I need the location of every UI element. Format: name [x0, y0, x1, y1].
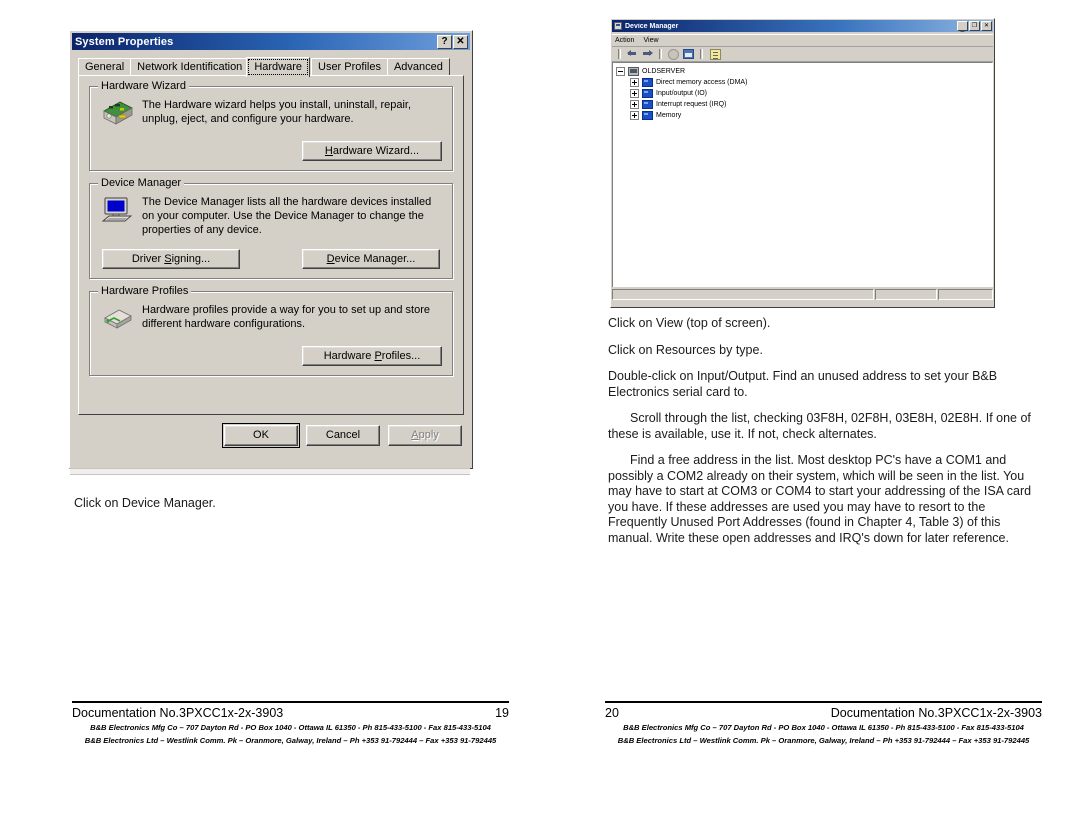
- device-manager-group: Device Manager The Device Manager lists …: [89, 177, 453, 279]
- resource-icon: [642, 111, 653, 120]
- left-page: System Properties ? ✕ General Network Id…: [60, 0, 510, 834]
- hardware-wizard-description: The Hardware wizard helps you install, u…: [142, 99, 412, 125]
- footer-address-line-1: B&B Electronics Mfg Co – 707 Dayton Rd -…: [623, 723, 1024, 732]
- device-manager-group-title: Device Manager: [98, 177, 185, 189]
- resource-icon: [642, 100, 653, 109]
- show-hide-tree-icon[interactable]: [683, 49, 694, 59]
- tab-network-identification[interactable]: Network Identification: [130, 58, 250, 75]
- tree-item-label: OLDSERVER: [642, 68, 686, 75]
- paragraph: Click on Resources by type.: [608, 342, 763, 357]
- hardware-wizard-group-title: Hardware Wizard: [98, 80, 189, 92]
- toolbar-separator: [659, 49, 662, 59]
- ok-button[interactable]: OK: [222, 423, 300, 448]
- tree-item-label: Input/output (IO): [656, 90, 707, 97]
- tree-item-irq[interactable]: Interrupt request (IRQ): [616, 99, 992, 110]
- tab-hardware[interactable]: Hardware: [246, 57, 310, 77]
- device-manager-description: The Device Manager lists all the hardwar…: [142, 196, 432, 236]
- computer-monitor-icon: [100, 194, 134, 226]
- footer-doc-number: Documentation No.3PXCC1x-2x-3903: [830, 706, 1042, 720]
- footer-rule: [605, 701, 1042, 703]
- tree-item-io[interactable]: Input/output (IO): [616, 88, 992, 99]
- footer-address-line-2: B&B Electronics Ltd – Westlink Comm. Pk …: [617, 736, 1030, 745]
- hardware-profile-icon: [100, 302, 134, 334]
- cancel-button[interactable]: Cancel: [306, 425, 380, 446]
- dialog-footer: OK Cancel Apply: [70, 423, 462, 448]
- hardware-profiles-group-title: Hardware Profiles: [98, 285, 192, 297]
- device-tree-pane[interactable]: OLDSERVER Direct memory access (DMA) Inp…: [612, 62, 993, 287]
- collapse-icon[interactable]: [616, 67, 625, 76]
- close-icon[interactable]: ✕: [981, 21, 992, 31]
- menu-view[interactable]: View: [643, 37, 658, 44]
- computer-icon: [628, 67, 639, 76]
- hardware-wizard-button[interactable]: Hardware Wizard...: [302, 141, 442, 161]
- maximize-button[interactable]: ❐: [969, 21, 980, 31]
- resource-icon: [642, 89, 653, 98]
- right-page-body: Click on View (top of screen). Click on …: [608, 316, 1033, 557]
- expand-icon[interactable]: [630, 78, 639, 87]
- tab-advanced[interactable]: Advanced: [386, 58, 450, 75]
- menu-action[interactable]: Action: [615, 37, 634, 44]
- device-manager-toolbar: [612, 47, 993, 62]
- footer-rule: [72, 701, 509, 703]
- expand-icon[interactable]: [630, 111, 639, 120]
- expand-icon[interactable]: [630, 100, 639, 109]
- dialog-titlebar[interactable]: System Properties ? ✕: [72, 33, 470, 50]
- tree-item-label: Interrupt request (IRQ): [656, 101, 727, 108]
- resource-icon: [642, 78, 653, 87]
- footer-page-number: 20: [605, 706, 619, 720]
- footer-doc-number: Documentation No.3PXCC1x-2x-3903: [72, 706, 284, 720]
- footer-page-number: 19: [495, 706, 509, 720]
- apply-button: Apply: [388, 425, 462, 446]
- footer-address-line-1: B&B Electronics Mfg Co – 707 Dayton Rd -…: [90, 723, 491, 732]
- system-properties-dialog: System Properties ? ✕ General Network Id…: [69, 30, 473, 469]
- forward-arrow-icon[interactable]: [641, 48, 654, 60]
- device-manager-title: Device Manager: [625, 22, 679, 30]
- properties-icon[interactable]: [710, 48, 721, 60]
- right-page-footer: 20 Documentation No.3PXCC1x-2x-3903 B&B …: [605, 701, 1042, 746]
- device-manager-statusbar: [612, 289, 993, 300]
- tree-item-dma[interactable]: Direct memory access (DMA): [616, 77, 992, 88]
- left-page-caption: Click on Device Manager.: [74, 496, 494, 523]
- paragraph: Find a free address in the list. Most de…: [608, 453, 1032, 545]
- hardware-profiles-button[interactable]: Hardware Profiles...: [302, 346, 442, 366]
- toolbar-separator: [700, 49, 703, 59]
- device-manager-titlebar[interactable]: Device Manager _ ❐ ✕: [612, 20, 993, 32]
- close-icon[interactable]: ✕: [453, 34, 468, 49]
- driver-signing-button[interactable]: Driver Signing...: [102, 249, 240, 269]
- expand-icon[interactable]: [630, 89, 639, 98]
- toolbar-separator: [618, 49, 621, 59]
- status-pane-secondary: [875, 289, 937, 300]
- right-page: Device Manager _ ❐ ✕ Action View OLDSERV…: [595, 0, 1045, 834]
- status-pane-main: [612, 289, 874, 300]
- footer-address-line-2: B&B Electronics Ltd – Westlink Comm. Pk …: [84, 736, 497, 745]
- device-manager-button[interactable]: Device Manager...: [302, 249, 440, 269]
- hardware-card-icon: [100, 97, 134, 129]
- mmc-console-icon: [614, 22, 622, 30]
- minimize-button[interactable]: _: [957, 21, 968, 32]
- device-manager-window: Device Manager _ ❐ ✕ Action View OLDSERV…: [610, 18, 995, 308]
- tree-item-memory[interactable]: Memory: [616, 110, 992, 121]
- tree-item-label: Memory: [656, 112, 682, 119]
- caption-text: Click on Device Manager.: [74, 496, 216, 510]
- back-arrow-icon[interactable]: [626, 48, 639, 60]
- tab-general[interactable]: General: [78, 58, 132, 75]
- dialog-title: System Properties: [75, 35, 174, 48]
- tree-root-item[interactable]: OLDSERVER: [616, 66, 992, 77]
- paragraph: Scroll through the list, checking 03F8H,…: [608, 411, 1031, 441]
- up-one-level-icon[interactable]: [668, 48, 679, 60]
- hardware-wizard-group: Hardware Wizard The Hardware wizard help…: [89, 80, 453, 171]
- tree-item-label: Direct memory access (DMA): [656, 79, 748, 86]
- tab-strip: General Network Identification Hardware …: [78, 56, 472, 77]
- page-scan-artifact: [70, 468, 470, 475]
- paragraph: Double-click on Input/Output. Find an un…: [608, 369, 998, 399]
- left-page-footer: Documentation No.3PXCC1x-2x-3903 19 B&B …: [72, 701, 509, 746]
- device-manager-menubar: Action View: [612, 34, 993, 47]
- hardware-profiles-group: Hardware Profiles Hardware profiles prov…: [89, 285, 453, 376]
- tab-user-profiles[interactable]: User Profiles: [311, 58, 388, 75]
- paragraph: Click on View (top of screen).: [608, 316, 771, 330]
- status-pane-tertiary: [938, 289, 993, 300]
- hardware-tab-panel: Hardware Wizard The Hardware wizard help…: [78, 75, 464, 415]
- hardware-profiles-description: Hardware profiles provide a way for you …: [142, 304, 430, 330]
- help-button[interactable]: ?: [437, 34, 452, 49]
